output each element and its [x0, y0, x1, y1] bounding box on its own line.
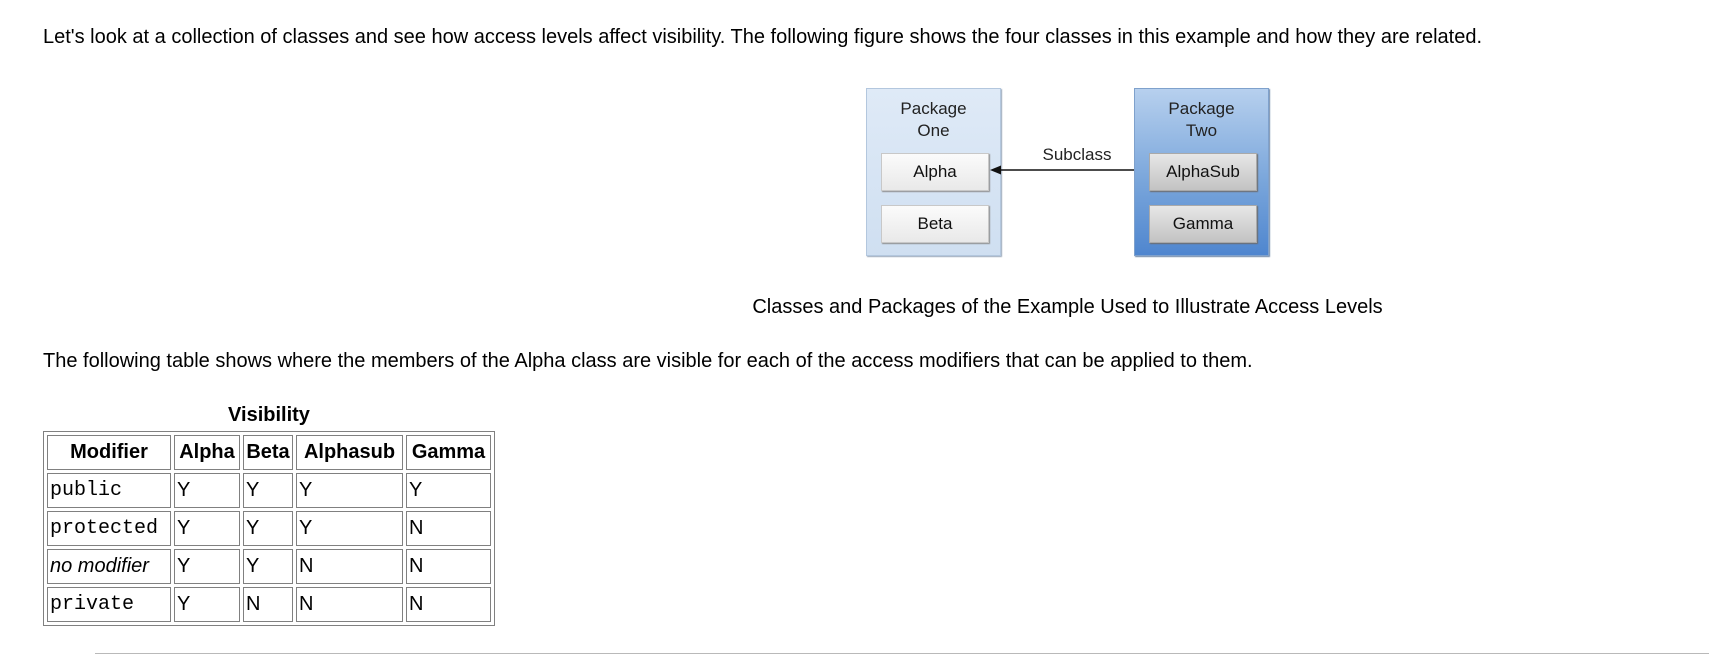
beta-cell: N — [243, 587, 293, 622]
modifier-cell: protected — [47, 511, 171, 546]
modifier-cell: public — [47, 473, 171, 508]
header-alphasub: Alphasub — [296, 435, 403, 470]
intro-paragraph: Let's look at a collection of classes an… — [43, 26, 1483, 48]
alpha-cell: Y — [174, 549, 240, 584]
table-row: no modifier Y Y N N — [47, 549, 491, 584]
package-two: Package Two AlphaSub Gamma — [1134, 88, 1269, 256]
header-modifier: Modifier — [47, 435, 171, 470]
alpha-cell: Y — [174, 473, 240, 508]
alpha-cell: Y — [174, 511, 240, 546]
header-alpha: Alpha — [174, 435, 240, 470]
gamma-cell: Y — [406, 473, 491, 508]
class-gamma: Gamma — [1149, 205, 1257, 243]
package-one: Package One Alpha Beta — [866, 88, 1001, 256]
gamma-cell: N — [406, 511, 491, 546]
bottom-divider — [95, 653, 1709, 654]
package-two-title: Package Two — [1168, 99, 1235, 140]
table-row: private Y N N N — [47, 587, 491, 622]
alphasub-cell: Y — [296, 473, 403, 508]
table-row: protected Y Y Y N — [47, 511, 491, 546]
table-caption: Visibility — [228, 404, 310, 426]
alphasub-cell: Y — [296, 511, 403, 546]
beta-cell: Y — [243, 511, 293, 546]
header-beta: Beta — [243, 435, 293, 470]
table-header-row: Modifier Alpha Beta Alphasub Gamma — [47, 435, 491, 470]
beta-cell: Y — [243, 473, 293, 508]
alphasub-cell: N — [296, 587, 403, 622]
alphasub-cell: N — [296, 549, 403, 584]
class-beta: Beta — [881, 205, 989, 243]
class-alphasub: AlphaSub — [1149, 153, 1257, 191]
table-intro-paragraph: The following table shows where the memb… — [43, 350, 1253, 372]
subclass-label: Subclass — [1042, 145, 1112, 164]
figure-caption: Classes and Packages of the Example Used… — [752, 296, 1383, 318]
table-row: public Y Y Y Y — [47, 473, 491, 508]
alpha-cell: Y — [174, 587, 240, 622]
class-package-figure: Package One Alpha Beta Subclass Package … — [860, 86, 1280, 261]
modifier-cell: private — [47, 587, 171, 622]
modifier-cell: no modifier — [47, 549, 171, 584]
gamma-cell: N — [406, 587, 491, 622]
visibility-table: Modifier Alpha Beta Alphasub Gamma publi… — [43, 431, 495, 626]
class-alpha: Alpha — [881, 153, 989, 191]
package-one-title: Package One — [900, 99, 967, 140]
gamma-cell: N — [406, 549, 491, 584]
beta-cell: Y — [243, 549, 293, 584]
header-gamma: Gamma — [406, 435, 491, 470]
